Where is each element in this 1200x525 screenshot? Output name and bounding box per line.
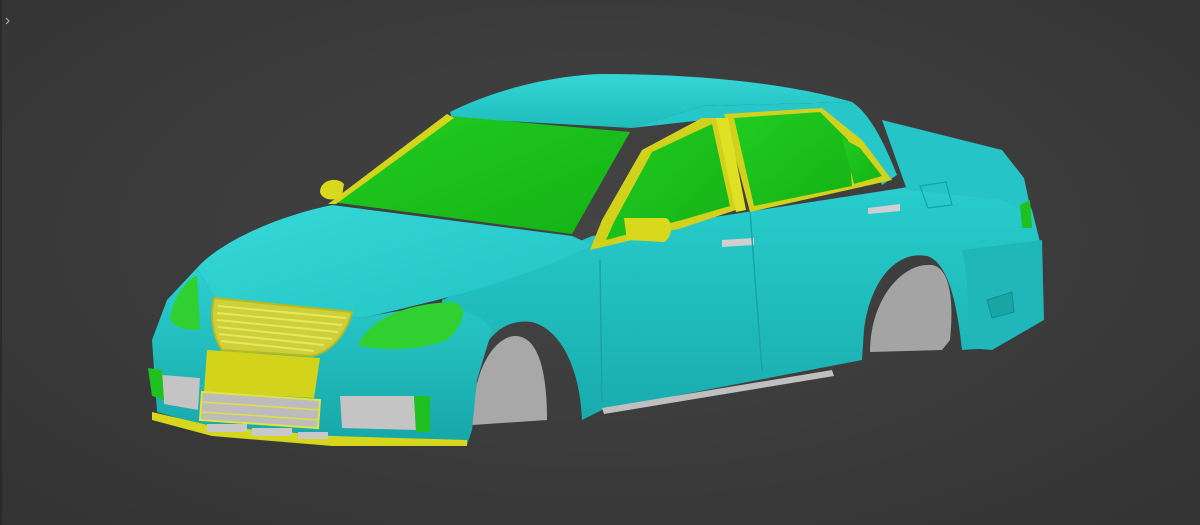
left-corner-vent	[148, 368, 164, 400]
right-side-mirror	[624, 218, 672, 242]
rear-wheel-well	[870, 264, 952, 352]
car-model-render[interactable]	[2, 0, 1200, 525]
left-side-mirror	[320, 179, 344, 200]
3d-viewport[interactable]	[0, 0, 1200, 525]
tail-lamp	[1020, 200, 1032, 228]
license-plate-area	[204, 350, 320, 398]
right-corner-vent	[414, 396, 430, 432]
right-fog-intake	[340, 396, 416, 430]
